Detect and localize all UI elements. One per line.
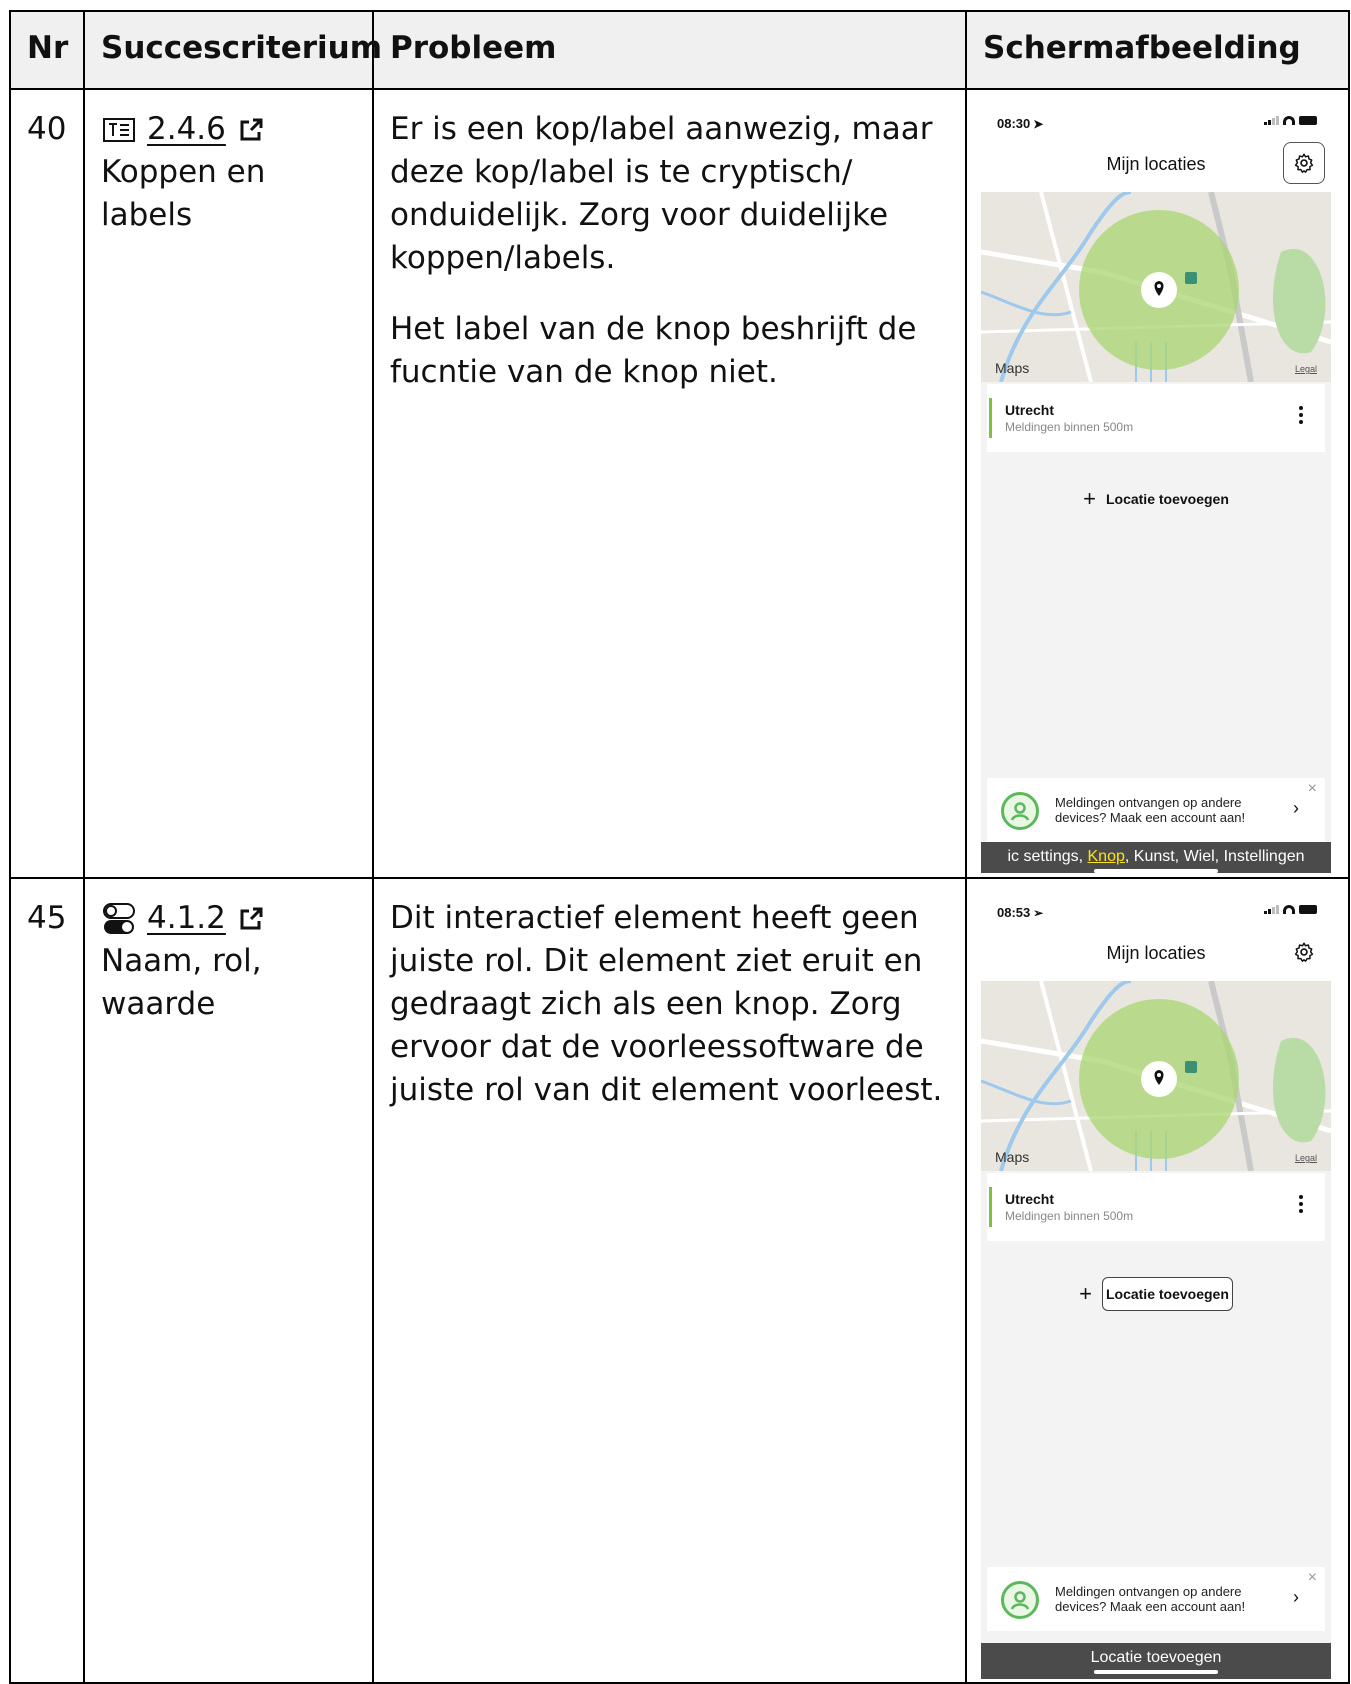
status-indicators — [1264, 905, 1317, 914]
promo-message: Meldingen ontvangen op andere devices? M… — [1055, 795, 1246, 825]
criterion-name: Koppen en labels — [101, 154, 266, 233]
gear-icon — [1294, 153, 1314, 173]
wifi-icon — [1283, 905, 1295, 914]
external-link-icon[interactable] — [238, 117, 264, 143]
header-screenshot: Schermafbeelding — [965, 10, 1350, 90]
chevron-right-icon: › — [1293, 1587, 1299, 1607]
plus-icon: + — [1083, 486, 1096, 511]
phone-screenshot: 08:53 ➢ Mijn locaties Maps Legal Utrecht… — [981, 887, 1331, 1679]
location-card[interactable]: Utrecht Meldingen binnen 500m — [987, 384, 1325, 452]
chevron-right-icon: › — [1293, 798, 1299, 818]
audit-table: Nr Succescriterium Probleem Schermafbeel… — [9, 10, 1350, 1684]
criterion-name: Naam, rol, waarde — [101, 943, 262, 1022]
user-avatar-icon — [1001, 1581, 1039, 1619]
add-location-label: Locatie toevoegen — [1105, 491, 1229, 507]
settings-button[interactable] — [1283, 931, 1325, 973]
location-arrow-icon: ➤ — [1033, 117, 1044, 131]
more-options-icon[interactable] — [1299, 406, 1303, 424]
add-location-label: Locatie toevoegen — [1101, 1277, 1233, 1311]
map-graphic — [981, 981, 1331, 1171]
settings-button[interactable] — [1283, 142, 1325, 184]
status-indicators — [1264, 116, 1317, 125]
header-criterion: Succescriterium — [83, 10, 382, 90]
close-icon[interactable]: × — [1308, 1569, 1317, 1587]
home-indicator — [1094, 869, 1218, 873]
table-header-row: Nr Succescriterium Probleem Schermafbeel… — [9, 10, 1350, 90]
criterion-cell: 2.4.6 Koppen en labels — [83, 88, 374, 879]
add-location-button[interactable]: + Locatie toevoegen — [981, 1277, 1331, 1311]
legal-link[interactable]: Legal — [1295, 1153, 1317, 1163]
user-avatar-icon — [1001, 792, 1039, 830]
app-title: Mijn locaties — [1106, 943, 1206, 963]
row-number: 45 — [9, 877, 85, 1684]
status-time: 08:30 ➤ — [997, 116, 1044, 131]
app-bar: Mijn locaties — [981, 931, 1331, 981]
criterion-link[interactable]: 4.1.2 — [147, 897, 226, 940]
app-title: Mijn locaties — [1106, 154, 1206, 174]
table-row: 40 2.4.6 Koppen en labels Er is een kop/… — [9, 88, 1350, 879]
header-nr: Nr — [9, 10, 85, 90]
location-name: Utrecht — [1005, 1191, 1055, 1207]
phone-screenshot: 08:30 ➤ Mijn locaties Maps Legal Utrecht… — [981, 98, 1331, 873]
signal-icon — [1264, 905, 1279, 914]
map-view[interactable]: Maps Legal — [981, 192, 1331, 382]
toggle-switch-icon — [103, 902, 135, 934]
map-graphic — [981, 192, 1331, 382]
problem-cell: Dit interactief element heeft geen juist… — [372, 877, 967, 1684]
home-indicator — [1094, 1670, 1218, 1674]
screenshot-cell: 08:30 ➤ Mijn locaties Maps Legal Utrecht… — [965, 88, 1350, 879]
problem-paragraph: Er is een kop/label aanwezig, maar deze … — [390, 111, 933, 276]
criterion-cell: 4.1.2 Naam, rol, waarde — [83, 877, 374, 1684]
header-problem: Probleem — [372, 10, 967, 90]
accent-bar — [989, 1187, 992, 1227]
map-view[interactable]: Maps Legal — [981, 981, 1331, 1171]
maps-attribution: Maps — [995, 360, 1030, 376]
account-promo-banner[interactable]: Meldingen ontvangen op andere devices? M… — [987, 1567, 1325, 1631]
problem-paragraph: Dit interactief element heeft geen juist… — [390, 900, 943, 1108]
problem-cell: Er is een kop/label aanwezig, maar deze … — [372, 88, 967, 879]
signal-icon — [1264, 116, 1279, 125]
add-location-button[interactable]: + Locatie toevoegen — [981, 488, 1331, 510]
maps-attribution: Maps — [995, 1149, 1030, 1165]
app-bar: Mijn locaties — [981, 142, 1331, 192]
plus-icon: + — [1079, 1281, 1092, 1306]
account-promo-banner[interactable]: Meldingen ontvangen op andere devices? M… — [987, 778, 1325, 842]
location-subtitle: Meldingen binnen 500m — [1005, 420, 1134, 434]
gear-icon — [1294, 942, 1314, 962]
row-number: 40 — [9, 88, 85, 879]
status-bar: 08:30 ➤ — [981, 98, 1331, 142]
text-heading-icon — [103, 117, 135, 142]
screenshot-cell: 08:53 ➢ Mijn locaties Maps Legal Utrecht… — [965, 877, 1350, 1684]
voiceover-caption: Locatie toevoegen — [981, 1643, 1331, 1679]
audit-sheet: Nr Succescriterium Probleem Schermafbeel… — [0, 0, 1351, 1684]
location-name: Utrecht — [1005, 402, 1055, 418]
location-arrow-icon: ➢ — [1033, 906, 1044, 920]
promo-message: Meldingen ontvangen op andere devices? M… — [1055, 1584, 1246, 1614]
close-icon[interactable]: × — [1308, 780, 1317, 798]
location-card[interactable]: Utrecht Meldingen binnen 500m — [987, 1173, 1325, 1241]
external-link-icon[interactable] — [238, 906, 264, 932]
criterion-link[interactable]: 2.4.6 — [147, 108, 226, 151]
status-bar: 08:53 ➢ — [981, 887, 1331, 931]
battery-icon — [1299, 116, 1317, 125]
more-options-icon[interactable] — [1299, 1195, 1303, 1213]
wifi-icon — [1283, 116, 1295, 125]
accent-bar — [989, 398, 992, 438]
status-time: 08:53 ➢ — [997, 905, 1044, 920]
problem-paragraph: Het label van de knop beshrijft de fucnt… — [390, 311, 917, 390]
legal-link[interactable]: Legal — [1295, 364, 1317, 374]
table-row: 45 4.1.2 Naam, rol, waarde Dit interacti… — [9, 877, 1350, 1684]
voiceover-caption: ic settings, Knop, Kunst, Wiel, Instelli… — [981, 842, 1331, 873]
location-subtitle: Meldingen binnen 500m — [1005, 1209, 1134, 1223]
battery-icon — [1299, 905, 1317, 914]
